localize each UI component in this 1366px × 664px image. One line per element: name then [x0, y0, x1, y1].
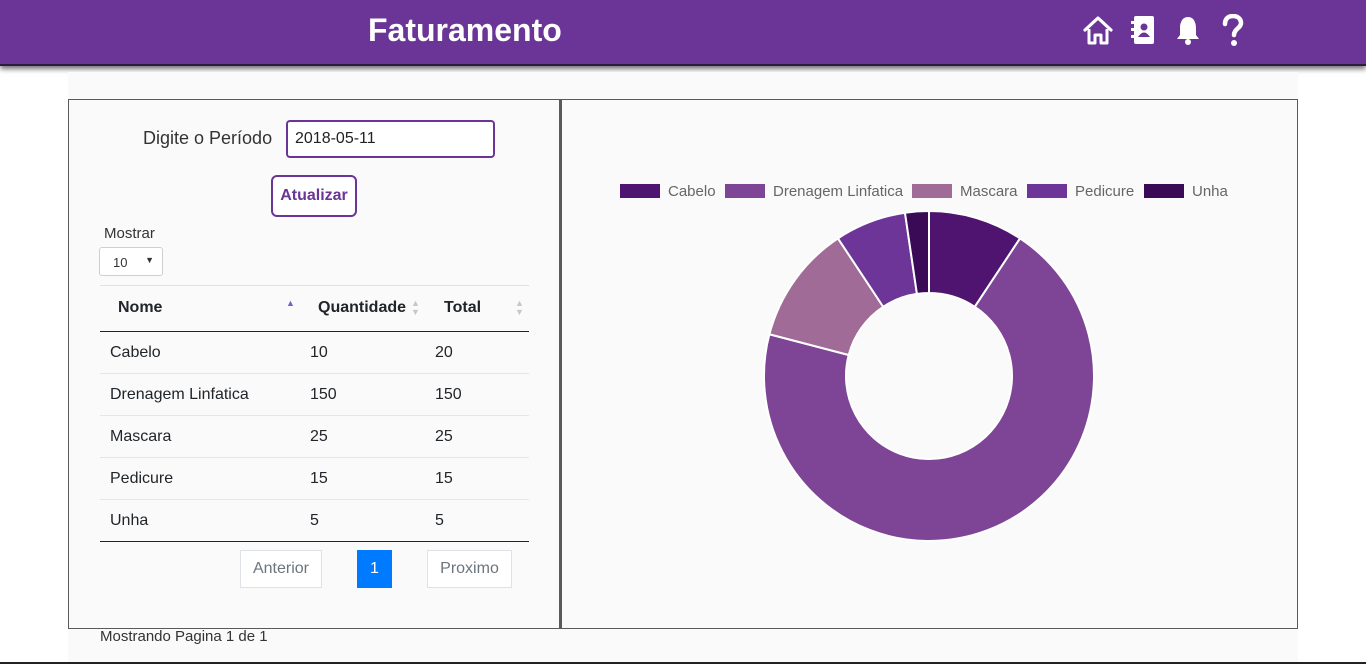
- period-label: Digite o Período: [143, 128, 273, 148]
- table-header: Nome ▲ Quantidade ▲ ▼ Total ▲ ▼: [100, 285, 529, 332]
- page-1-button[interactable]: 1: [357, 550, 392, 588]
- table-row: Mascara 25 25: [100, 416, 529, 458]
- period-input[interactable]: [286, 120, 495, 158]
- sort-icon[interactable]: ▲ ▼: [411, 299, 420, 317]
- legend-label: Unha: [1192, 183, 1228, 200]
- cell-total: 150: [435, 386, 462, 403]
- cell-nome: Mascara: [110, 428, 172, 445]
- update-button[interactable]: Atualizar: [271, 175, 357, 217]
- table-row: Unha 5 5: [100, 500, 529, 542]
- billing-table: Nome ▲ Quantidade ▲ ▼ Total ▲ ▼ Cabelo 10 …: [100, 285, 529, 542]
- legend-swatch: [620, 184, 660, 198]
- show-entries-value: 10: [113, 255, 128, 270]
- table-row: Pedicure 15 15: [100, 458, 529, 500]
- app-header: Faturamento: [0, 0, 1366, 66]
- previous-page-button[interactable]: Anterior: [240, 550, 322, 588]
- home-icon[interactable]: [1082, 14, 1114, 51]
- cell-nome: Cabelo: [110, 344, 161, 361]
- legend-label: Cabelo: [668, 183, 716, 200]
- cell-quantidade: 15: [310, 470, 328, 487]
- show-entries-label: Mostrar: [104, 225, 155, 242]
- cell-total: 15: [435, 470, 453, 487]
- column-header-nome[interactable]: Nome: [118, 299, 162, 317]
- cell-quantidade: 5: [310, 512, 319, 529]
- table-row: Drenagem Linfatica 150 150: [100, 374, 529, 416]
- next-page-button[interactable]: Proximo: [427, 550, 512, 588]
- page-title: Faturamento: [368, 12, 562, 48]
- bell-icon[interactable]: [1174, 14, 1202, 51]
- sort-asc-icon[interactable]: ▲: [286, 299, 295, 308]
- help-icon[interactable]: [1220, 13, 1246, 53]
- sort-icon[interactable]: ▲ ▼: [515, 299, 524, 317]
- cell-quantidade: 10: [310, 344, 328, 361]
- cell-nome: Unha: [110, 512, 149, 529]
- column-header-total[interactable]: Total: [444, 299, 481, 317]
- legend-swatch: [1144, 184, 1184, 198]
- cell-total: 25: [435, 428, 453, 445]
- cell-total: 5: [435, 512, 444, 529]
- cell-quantidade: 25: [310, 428, 328, 445]
- cell-nome: Pedicure: [110, 470, 174, 487]
- table-row: Cabelo 10 20: [100, 332, 529, 374]
- cell-total: 20: [435, 344, 453, 361]
- page-info: Mostrando Pagina 1 de 1: [100, 628, 268, 645]
- column-header-quantidade[interactable]: Quantidade: [318, 299, 406, 317]
- cell-nome: Drenagem Linfatica: [110, 386, 249, 403]
- billing-donut-chart: [763, 209, 1095, 542]
- show-entries-select[interactable]: 10 ▼: [99, 247, 163, 276]
- address-book-icon[interactable]: [1130, 14, 1158, 51]
- caret-down-icon: ▼: [145, 255, 154, 265]
- cell-quantidade: 150: [310, 386, 337, 403]
